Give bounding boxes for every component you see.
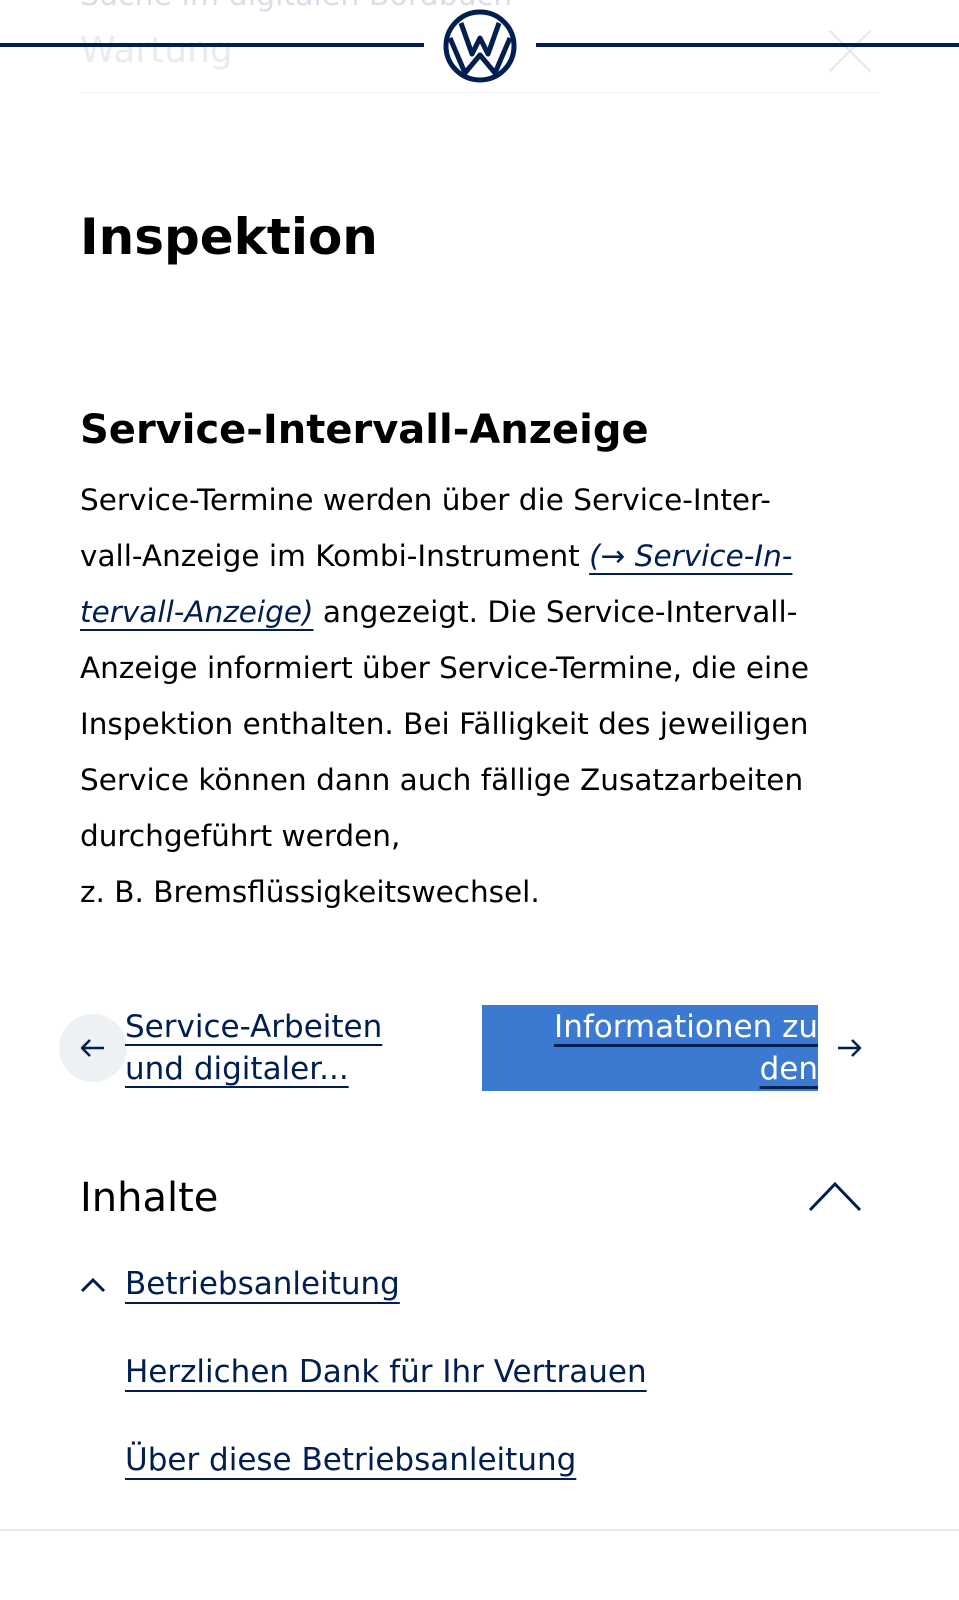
paragraph-text: angezeigt. Die Service-Intervall-	[313, 595, 798, 629]
paragraph-line: vall-Anzeige im Kombi-Instrument (→ Serv…	[80, 528, 920, 584]
paragraph-line: z. B. Bremsflüssigkeitswechsel.	[80, 875, 540, 909]
page-title: Inspektion	[80, 208, 378, 266]
caret-up-icon[interactable]	[80, 1275, 106, 1295]
arrow-right-icon[interactable]	[836, 1036, 864, 1060]
prev-page-label: Service-Arbeiten	[125, 1009, 383, 1045]
header-action-icons	[690, 0, 910, 6]
paragraph-line: Service-Termine werden über die Service-…	[80, 483, 771, 517]
section-heading: Service-Intervall-Anzeige	[80, 407, 649, 453]
chevron-up-icon[interactable]	[806, 1176, 864, 1214]
vw-logo-icon[interactable]	[442, 8, 518, 84]
page: Suche im digitalen Bordbuch Wartung Insp…	[0, 0, 959, 1600]
contents-item-ueber-diese-betriebsanleitung[interactable]: Über diese Betriebsanleitung	[125, 1442, 576, 1478]
header-rule-right	[536, 43, 959, 47]
contents-item-herzlichen-dank[interactable]: Herzlichen Dank für Ihr Vertrauen	[125, 1354, 647, 1390]
paragraph-line: durchgeführt werden,	[80, 819, 401, 853]
header-rule-left	[0, 43, 424, 47]
prev-page-label: und digitaler...	[125, 1051, 349, 1087]
paragraph-text: vall-Anzeige im Kombi-Instrument	[80, 539, 590, 573]
next-page-label: den	[759, 1051, 818, 1087]
paragraph-line: Service können dann auch fällige Zusatza…	[80, 763, 804, 797]
arrow-left-icon	[80, 1039, 104, 1057]
prev-page-link[interactable]: Service-Arbeiten und digitaler...	[125, 1006, 425, 1090]
header: Suche im digitalen Bordbuch Wartung	[0, 0, 959, 100]
close-icon	[826, 26, 874, 74]
next-page-label: Informationen zu	[554, 1009, 818, 1045]
section-paragraph: Service-Termine werden über die Service-…	[80, 472, 920, 920]
divider	[0, 1529, 959, 1531]
divider	[80, 92, 880, 93]
next-page-link[interactable]: Informationen zu den	[482, 1006, 818, 1090]
paragraph-line: tervall-Anzeige) angezeigt. Die Service-…	[80, 584, 920, 640]
service-intervall-anzeige-link[interactable]: (→ Service-In-	[589, 539, 792, 573]
contents-item-betriebsanleitung[interactable]: Betriebsanleitung	[125, 1266, 400, 1302]
scrolled-title-ghost: Wartung	[80, 30, 233, 71]
paragraph-line: Anzeige informiert über Service-Termine,…	[80, 651, 810, 685]
contents-heading: Inhalte	[80, 1175, 219, 1221]
paragraph-line: Inspektion enthalten. Bei Fälligkeit des…	[80, 707, 809, 741]
service-intervall-anzeige-link[interactable]: tervall-Anzeige)	[80, 595, 314, 629]
